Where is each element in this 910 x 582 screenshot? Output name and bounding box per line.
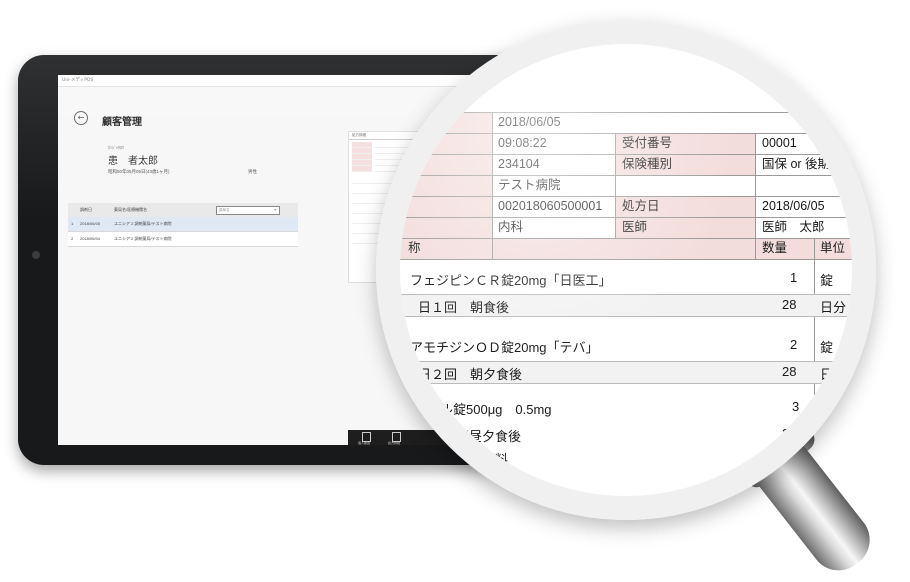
med-unit: 日分 xyxy=(820,367,847,382)
guidance-fee-label: 歴管理指導料 xyxy=(430,452,509,467)
table-row[interactable]: 2 2018/06/04 ユニシア 2 調剤薬局/テスト病院 xyxy=(68,232,298,247)
visit-list-header: 調剤日 薬局名/医療機関名 薬局名 ▼ xyxy=(68,203,298,217)
med-usage: 回 朝昼夕食後 xyxy=(430,429,522,444)
pharmacy-filter-select[interactable]: 薬局名 ▼ xyxy=(216,206,280,215)
insurer-no: 234104 xyxy=(498,157,540,171)
patient-dob: 昭和50年05月05日(43歳1ヶ月) xyxy=(108,169,170,174)
prescription-label: 処方詳細 xyxy=(388,441,401,445)
doctor-value: 医師 太郎 xyxy=(762,220,825,234)
doctor-label: 医師 xyxy=(622,220,648,234)
reception-no-label: 受付番号 xyxy=(622,136,673,150)
med-qty: 28 xyxy=(782,426,797,441)
col-unit-header: 単位 xyxy=(820,241,846,255)
med-qty: 2 xyxy=(790,337,798,352)
col-pharmacy: 薬局名/医療機関名 xyxy=(114,207,148,212)
col-name-header: 称 xyxy=(408,241,421,255)
patient-kana: ｶﾝｼﾞｬﾀﾛｳ xyxy=(108,145,124,150)
med-qty: 1 xyxy=(790,270,798,285)
med-qty: 3 xyxy=(792,399,800,414)
col-date: 調剤日 xyxy=(80,207,92,212)
insurance-type-label: 保険種別 xyxy=(622,157,673,171)
rx-date-value: 2018/06/05 xyxy=(762,199,825,213)
med-qty: 28 xyxy=(782,297,797,312)
patient-info: ｶﾝｼﾞｬﾀﾛｳ 患 者太郎 昭和50年05月05日(43歳1ヶ月) xyxy=(108,145,170,175)
fee-amount: 1,620円 xyxy=(714,489,757,496)
history-label: 個人履歴 xyxy=(358,441,371,445)
patient-sex: 男性 xyxy=(248,169,257,174)
visit-list: 調剤日 薬局名/医療機関名 薬局名 ▼ 1 2018/06/05 ユニシア 2 調… xyxy=(68,203,298,247)
back-arrow-icon[interactable]: ← xyxy=(74,111,88,125)
med-name: アモチジンＯＤ錠20mg「テバ」 xyxy=(410,340,599,355)
med-qty: 28 xyxy=(782,364,797,379)
magnifier-lens: 2018/06/05 09:08:22 受付番号 00001 234104 保険… xyxy=(400,44,852,496)
insurance-type-value: 国保 or 後期 xyxy=(762,157,831,171)
hospital-name: テスト病院 xyxy=(498,178,561,192)
reception-no-value: 00001 xyxy=(762,136,797,150)
rx-number: 002018060500001 xyxy=(498,199,603,213)
table-row[interactable]: 1 2018/06/05 ユニシア 2 調剤薬局/テスト病院 xyxy=(68,217,298,232)
rx-time: 09:08:22 xyxy=(498,136,547,150)
home-button[interactable] xyxy=(32,251,40,259)
med-name: フェジピンＣＲ錠20mg「日医工」 xyxy=(410,273,612,288)
med-unit: 錠 xyxy=(820,340,834,355)
col-qty-header: 数量 xyxy=(762,241,788,255)
patient-name: 患 者太郎 xyxy=(108,156,158,167)
page-title: 顧客管理 xyxy=(102,117,142,128)
rx-date: 2018/06/05 xyxy=(498,115,561,129)
med-unit: 錠 xyxy=(820,273,834,288)
med-unit: 日分 xyxy=(820,300,847,315)
med-usage: 日１回 朝食後 xyxy=(418,300,510,315)
department: 内科 xyxy=(498,220,524,234)
med-name: バール錠500μg 0.5mg xyxy=(414,402,552,417)
rx-date-label: 処方日 xyxy=(622,199,660,213)
med-unit: 錠 xyxy=(820,402,834,417)
med-usage: 日２回 朝夕食後 xyxy=(418,367,523,382)
